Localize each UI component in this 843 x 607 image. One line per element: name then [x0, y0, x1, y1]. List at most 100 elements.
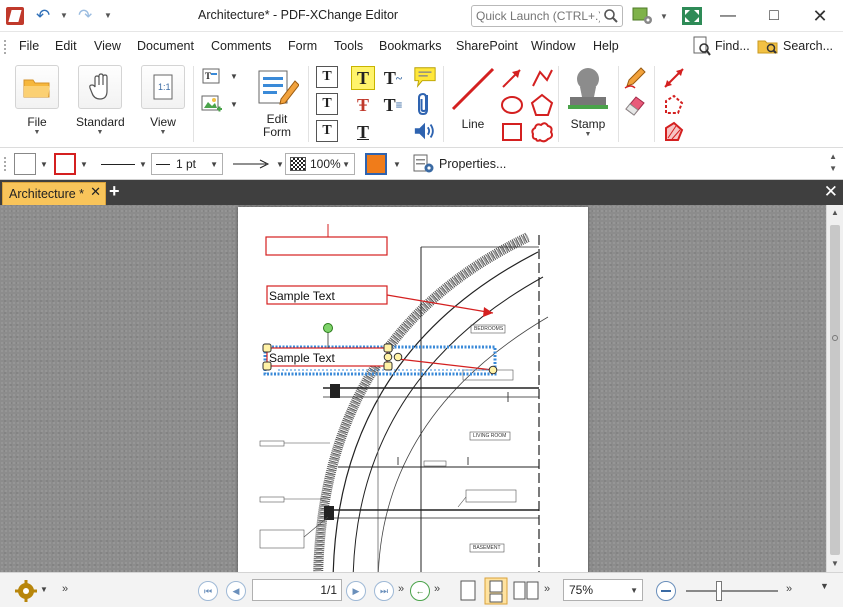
text-field-icon[interactable]: T — [200, 65, 224, 89]
menu-window[interactable]: Window — [531, 39, 575, 53]
line-width-combo[interactable]: 1 pt ▼ — [151, 153, 223, 175]
line-ending-picker[interactable]: ▼ — [232, 153, 284, 175]
typewriter-icon[interactable]: T — [316, 66, 338, 88]
last-page-button[interactable]: ⏭ — [374, 581, 394, 601]
search-button[interactable]: Search... — [757, 36, 833, 56]
edit-form-button[interactable]: Edit Form — [252, 65, 302, 145]
continuous-view-icon[interactable] — [484, 577, 508, 605]
scroll-thumb[interactable] — [830, 225, 840, 555]
facing-view-icon[interactable] — [512, 579, 540, 603]
fill-color-picker[interactable]: ▼ — [14, 153, 48, 175]
strikeout-text-icon[interactable]: Ŧ — [351, 93, 375, 117]
undo-dropdown-icon[interactable]: ▼ — [60, 11, 68, 20]
first-page-button[interactable]: ⏮ — [198, 581, 218, 601]
zoom-slider-track[interactable] — [686, 590, 778, 592]
menu-document[interactable]: Document — [137, 39, 194, 53]
menu-bookmarks[interactable]: Bookmarks — [379, 39, 442, 53]
settings-dropdown-icon[interactable]: ▼ — [40, 585, 48, 594]
scroll-up-icon[interactable]: ▲ — [827, 205, 843, 221]
settings-gear-icon[interactable] — [14, 579, 38, 603]
sound-icon[interactable] — [413, 119, 437, 143]
toolbar-expand-icon[interactable]: ▼ — [829, 164, 837, 173]
zoom-slider-thumb[interactable] — [716, 581, 722, 601]
minimize-button[interactable]: — — [705, 0, 751, 32]
callout-icon[interactable]: T — [316, 120, 338, 142]
previous-page-button[interactable]: ◀ — [226, 581, 246, 601]
line-button[interactable]: Line — [449, 65, 497, 145]
polygon-tool-icon[interactable] — [530, 93, 554, 117]
next-page-button[interactable]: ▶ — [346, 581, 366, 601]
sticky-note-icon[interactable] — [413, 65, 437, 89]
underline-text-icon[interactable]: T — [351, 120, 375, 144]
document-tab[interactable]: Architecture * ✕ — [2, 182, 106, 205]
standard-button[interactable]: Standard ▼ — [76, 65, 125, 145]
perimeter-tool-icon[interactable] — [662, 93, 686, 117]
options-gear-icon[interactable] — [632, 6, 654, 26]
menu-help[interactable]: Help — [593, 39, 619, 53]
vertical-scrollbar[interactable]: ▲ ▼ — [826, 205, 843, 572]
more-options-chevron-icon[interactable]: » — [62, 583, 68, 595]
quick-access-customize-icon[interactable]: ▼ — [104, 11, 112, 20]
menu-form[interactable]: Form — [288, 39, 317, 53]
quick-launch-box[interactable] — [471, 5, 623, 27]
opacity-combo[interactable]: 100% ▼ — [285, 153, 355, 175]
view-more-chevron-icon[interactable]: » — [544, 583, 550, 595]
statusbar-expand-icon[interactable]: ▼ — [820, 581, 829, 591]
toolbar-collapse-icon[interactable]: ▲ — [829, 152, 837, 161]
text-box-icon[interactable]: T — [316, 93, 338, 115]
squiggly-text-icon[interactable]: T ~ — [381, 66, 405, 90]
pdf-page[interactable]: Sample Text Sample Text BEDROOMS LIVING … — [238, 207, 588, 572]
arrow-tool-icon[interactable] — [500, 66, 524, 90]
new-tab-icon[interactable]: + — [109, 181, 120, 202]
file-attachment-icon[interactable] — [413, 92, 437, 116]
close-button[interactable]: ✕ — [797, 0, 843, 32]
redo-icon[interactable]: ↷ — [78, 6, 92, 26]
page-number-input[interactable]: 1/1 — [252, 579, 342, 601]
find-button[interactable]: Find... — [693, 36, 750, 56]
eraser-tool-icon[interactable] — [623, 93, 647, 117]
scroll-down-icon[interactable]: ▼ — [827, 556, 843, 572]
image-field-icon[interactable] — [200, 92, 224, 116]
zoom-combo[interactable]: 75% ▼ — [563, 579, 643, 601]
distance-tool-icon[interactable] — [662, 66, 686, 90]
polyline-tool-icon[interactable] — [530, 66, 554, 90]
menu-edit[interactable]: Edit — [55, 39, 77, 53]
rectangle-tool-icon[interactable] — [500, 120, 524, 144]
line-style-picker[interactable]: ▼ — [101, 153, 147, 175]
options-dropdown-icon[interactable]: ▼ — [660, 12, 668, 21]
zoom-more-chevron-icon[interactable]: » — [786, 583, 792, 595]
search-icon[interactable] — [603, 8, 619, 24]
properties-button[interactable]: Properties... — [413, 153, 506, 175]
area-tool-icon[interactable] — [662, 120, 686, 144]
annotation-sample-text-2[interactable]: Sample Text — [269, 351, 335, 365]
document-viewport[interactable]: Sample Text Sample Text BEDROOMS LIVING … — [0, 205, 826, 572]
highlight-text-icon[interactable]: T — [351, 66, 375, 90]
replace-text-icon[interactable]: T ≡ — [381, 93, 405, 117]
text-color-picker[interactable]: ▼ — [365, 153, 401, 175]
zoom-out-button[interactable] — [656, 581, 676, 601]
undo-icon[interactable]: ↶ — [36, 6, 50, 26]
close-document-icon[interactable]: ✕ — [824, 182, 838, 202]
view-button[interactable]: 1:1 View ▼ — [139, 65, 187, 145]
tab-close-icon[interactable]: ✕ — [90, 184, 101, 200]
menu-view[interactable]: View — [94, 39, 121, 53]
menu-comments[interactable]: Comments — [211, 39, 271, 53]
oval-tool-icon[interactable] — [500, 93, 524, 117]
image-field-dropdown-icon[interactable]: ▼ — [230, 100, 238, 109]
pencil-tool-icon[interactable] — [623, 66, 647, 90]
menu-sharepoint[interactable]: SharePoint — [456, 39, 518, 53]
quick-launch-input[interactable] — [476, 8, 600, 24]
history-more-chevron-icon[interactable]: » — [434, 583, 440, 595]
nav-more-chevron-icon[interactable]: » — [398, 583, 404, 595]
file-button[interactable]: File ▼ — [13, 65, 61, 145]
menu-file[interactable]: File — [19, 39, 39, 53]
annotation-sample-text-1[interactable]: Sample Text — [269, 289, 335, 303]
text-field-dropdown-icon[interactable]: ▼ — [230, 72, 238, 81]
go-back-button[interactable]: ← — [410, 581, 430, 601]
cloud-tool-icon[interactable] — [530, 120, 554, 144]
single-page-view-icon[interactable] — [458, 579, 478, 603]
stamp-button[interactable]: Stamp ▼ — [564, 65, 612, 145]
stroke-color-picker[interactable]: ▼ — [54, 153, 88, 175]
maximize-button[interactable]: □ — [751, 0, 797, 32]
full-screen-icon[interactable] — [681, 6, 703, 26]
